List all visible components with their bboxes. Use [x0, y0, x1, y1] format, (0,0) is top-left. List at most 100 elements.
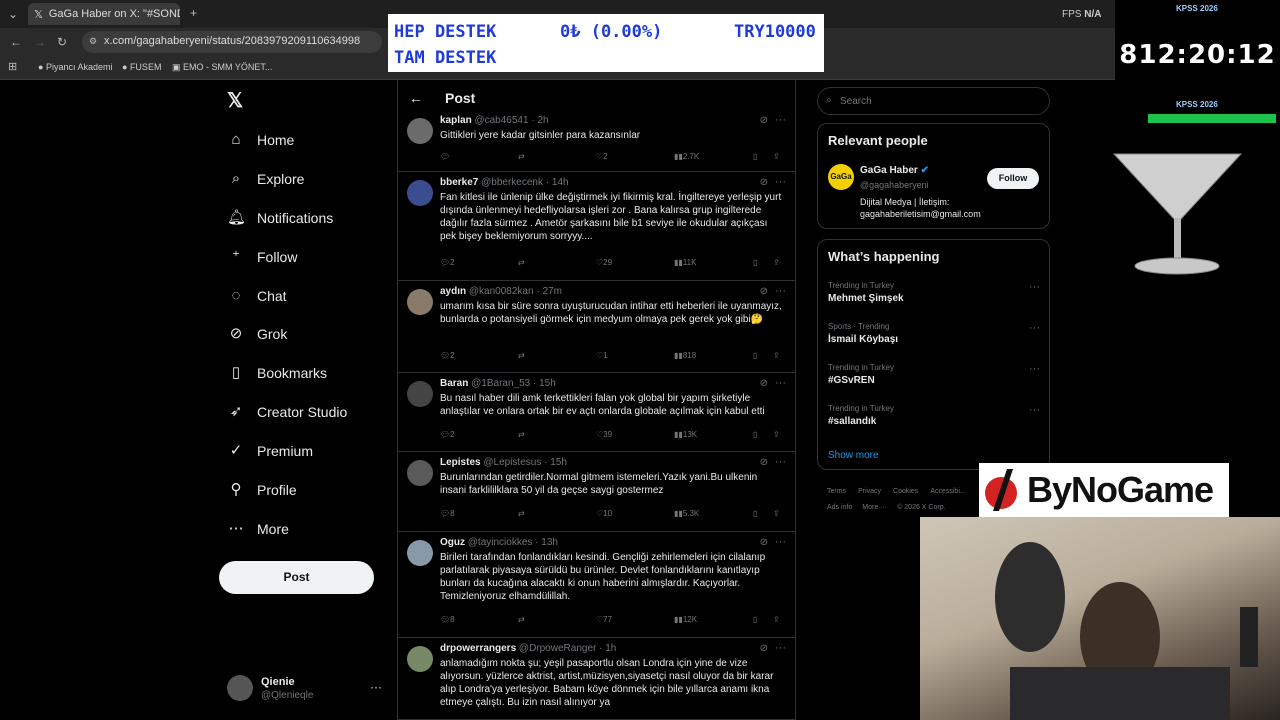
- reply-button[interactable]: 💬︎ 2: [440, 430, 455, 439]
- reply-post[interactable]: Lepistes @Lepistesus · 15h ⊘ ··· Burunla…: [397, 452, 796, 532]
- grok-icon[interactable]: ⊘: [760, 177, 768, 188]
- more-icon[interactable]: ···: [775, 377, 786, 389]
- post-time[interactable]: 14h: [552, 177, 569, 188]
- nav-item-chat[interactable]: ◌ Chat: [227, 287, 287, 305]
- nav-item-premium[interactable]: ✓ Premium: [227, 442, 313, 460]
- grok-icon[interactable]: ⊘: [760, 457, 768, 468]
- repost-button[interactable]: ⇄: [518, 258, 525, 267]
- avatar[interactable]: [407, 646, 433, 672]
- share-icon[interactable]: ⇪: [773, 258, 780, 267]
- more-icon[interactable]: ···: [1029, 322, 1040, 334]
- bookmark-icon[interactable]: ▯: [753, 509, 757, 518]
- nav-item-explore[interactable]: ⌕ Explore: [227, 170, 305, 188]
- post-time[interactable]: 15h: [550, 457, 567, 468]
- share-icon[interactable]: ⇪: [773, 509, 780, 518]
- views-button[interactable]: ▮▮ 2.7K: [674, 152, 699, 161]
- nav-item-creator-studio[interactable]: ➶ Creator Studio: [227, 403, 348, 421]
- apps-icon[interactable]: ⊞: [8, 60, 17, 73]
- grok-icon[interactable]: ⊘: [760, 378, 768, 389]
- views-button[interactable]: ▮▮ 12K: [674, 615, 697, 624]
- views-button[interactable]: ▮▮ 11K: [674, 258, 696, 267]
- trend-item[interactable]: Sports · Trending İsmail Köybaşı ···: [828, 322, 1040, 345]
- reply-button[interactable]: 💬︎ 8: [440, 509, 455, 518]
- author-handle[interactable]: @kan0082kan: [469, 286, 534, 297]
- avatar[interactable]: [407, 460, 433, 486]
- more-icon[interactable]: ···: [1029, 363, 1040, 375]
- post-time[interactable]: 15h: [539, 378, 556, 389]
- bookmark-icon[interactable]: ▯: [753, 430, 757, 439]
- grok-icon[interactable]: ⊘: [760, 537, 768, 548]
- url-field[interactable]: x.com/gagahaberyeni/status/2083979209110…: [82, 31, 382, 53]
- more-icon[interactable]: ···: [775, 114, 786, 126]
- bookmark-item[interactable]: ▣ EMO - SMM YÖNET...: [172, 62, 272, 73]
- x-logo-icon[interactable]: 𝕏: [227, 88, 243, 113]
- reply-button[interactable]: 💬︎ 2: [440, 258, 455, 267]
- author-handle[interactable]: @tayinciokkes: [468, 537, 533, 548]
- avatar[interactable]: [407, 289, 433, 315]
- reply-button[interactable]: 💬︎ 8: [440, 615, 455, 624]
- nav-item-grok[interactable]: ⊘ Grok: [227, 325, 288, 343]
- show-more-link[interactable]: Show more: [828, 450, 879, 461]
- reload-icon[interactable]: ↻: [57, 35, 67, 49]
- author-handle[interactable]: @cab46541: [474, 115, 528, 126]
- post-time[interactable]: 1h: [605, 643, 616, 654]
- repost-button[interactable]: ⇄: [518, 351, 525, 360]
- new-tab-icon[interactable]: +: [190, 6, 197, 20]
- author-name[interactable]: Lepistes: [440, 457, 481, 468]
- reply-post[interactable]: bberke7 @bberkecenk · 14h ⊘ ··· Fan kitl…: [397, 172, 796, 281]
- post-button[interactable]: Post: [219, 561, 374, 594]
- nav-item-notifications[interactable]: 🔔︎ Notifications: [227, 209, 333, 227]
- share-icon[interactable]: ⇪: [773, 615, 780, 624]
- repost-button[interactable]: ⇄: [518, 430, 525, 439]
- share-icon[interactable]: ⇪: [773, 351, 780, 360]
- bookmark-icon[interactable]: ▯: [753, 615, 757, 624]
- browser-tab[interactable]: 𝕏GaGa Haber on X: "#SONDAKİ...✕: [28, 3, 180, 25]
- more-icon[interactable]: ···: [1029, 404, 1040, 416]
- footer-link[interactable]: More ···: [862, 504, 887, 511]
- author-name[interactable]: aydın: [440, 286, 466, 297]
- footer-link[interactable]: Privacy: [858, 488, 881, 495]
- trend-item[interactable]: Trending in Turkey #GSvREN ···: [828, 363, 1040, 386]
- more-icon[interactable]: ···: [775, 642, 786, 654]
- author-name[interactable]: Baran: [440, 378, 468, 389]
- grok-icon[interactable]: ⊘: [760, 286, 768, 297]
- footer-link[interactable]: Cookies: [893, 488, 918, 495]
- nav-item-more[interactable]: ⋯ More: [227, 520, 289, 538]
- views-button[interactable]: ▮▮ 818: [674, 351, 696, 360]
- author-name[interactable]: bberke7: [440, 177, 478, 188]
- nav-item-bookmarks[interactable]: ▯ Bookmarks: [227, 364, 327, 382]
- person-name[interactable]: GaGa Haber ✔: [860, 165, 929, 176]
- more-icon[interactable]: ···: [1029, 281, 1040, 293]
- author-name[interactable]: Oguz: [440, 537, 465, 548]
- reply-post[interactable]: drpowerrangers @DrpoweRanger · 1h ⊘ ··· …: [397, 638, 796, 720]
- post-time[interactable]: 27m: [542, 286, 561, 297]
- reply-button[interactable]: 💬︎: [440, 152, 450, 161]
- avatar[interactable]: [227, 675, 253, 701]
- tab-list-icon[interactable]: ⌄: [8, 7, 18, 21]
- share-icon[interactable]: ⇪: [773, 152, 780, 161]
- footer-link[interactable]: Accessibi...: [930, 488, 965, 495]
- nav-item-follow[interactable]: ⁺ Follow: [227, 248, 297, 266]
- like-button[interactable]: ♡ 39: [596, 430, 612, 439]
- repost-button[interactable]: ⇄: [518, 509, 525, 518]
- more-icon[interactable]: ···: [775, 176, 786, 188]
- reply-post[interactable]: aydın @kan0082kan · 27m ⊘ ··· umarım kıs…: [397, 281, 796, 373]
- forward-icon[interactable]: →: [34, 35, 46, 49]
- author-name[interactable]: kaplan: [440, 115, 472, 126]
- reply-button[interactable]: 💬︎ 2: [440, 351, 455, 360]
- follow-button[interactable]: Follow: [987, 168, 1039, 189]
- search-input[interactable]: Search: [817, 87, 1050, 115]
- avatar[interactable]: [407, 381, 433, 407]
- more-icon[interactable]: ···: [775, 536, 786, 548]
- footer-link[interactable]: Ads info: [827, 504, 852, 511]
- grok-icon[interactable]: ⊘: [760, 115, 768, 126]
- bookmark-item[interactable]: ● FUSEM: [122, 62, 161, 72]
- author-handle[interactable]: @1Baran_53: [471, 378, 530, 389]
- like-button[interactable]: ♡ 29: [596, 258, 612, 267]
- trend-item[interactable]: Trending in Turkey Mehmet Şimşek ···: [828, 281, 1040, 304]
- account-more-icon[interactable]: ···: [370, 680, 382, 694]
- avatar[interactable]: [407, 540, 433, 566]
- bookmark-icon[interactable]: ▯: [753, 152, 757, 161]
- like-button[interactable]: ♡ 77: [596, 615, 612, 624]
- trend-item[interactable]: Trending in Turkey #sallandık ···: [828, 404, 1040, 427]
